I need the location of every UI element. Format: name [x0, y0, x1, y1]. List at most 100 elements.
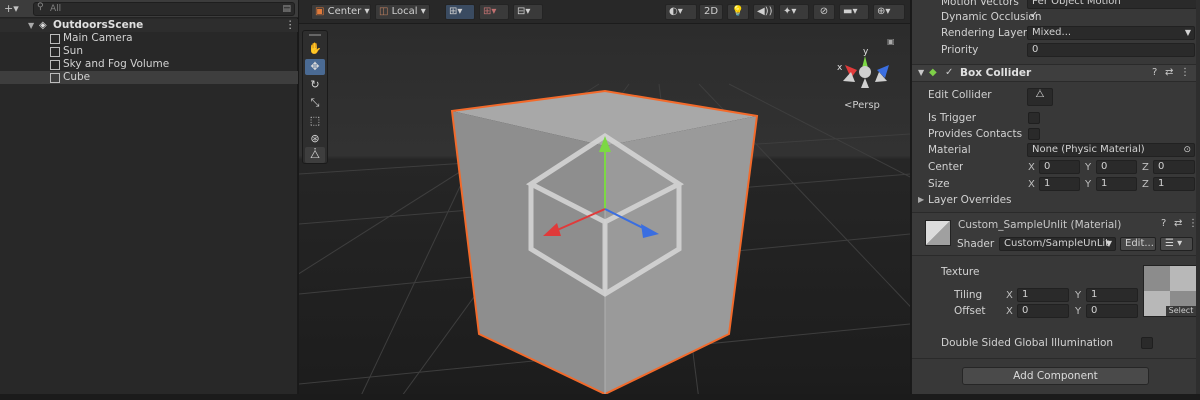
camera-icon: ▬▾: [843, 6, 858, 17]
dynamic-occlusion-row: Dynamic Occlusion ✓: [912, 9, 1192, 25]
priority-field[interactable]: 0: [1027, 43, 1195, 57]
rendering-layer-row: Rendering Layer M Mixed... ▼: [912, 25, 1195, 41]
shader-value: Custom/SampleUnLit: [1004, 238, 1110, 249]
axis-y-label: Y: [1075, 290, 1082, 301]
toggle-2d-button[interactable]: 2D: [699, 4, 723, 20]
size-x-field[interactable]: 1: [1039, 177, 1080, 191]
size-y-field[interactable]: 1: [1096, 177, 1137, 191]
scale-tool-button[interactable]: ⤡: [305, 95, 325, 111]
axis-y-label: Y: [1085, 179, 1092, 190]
offset-row: Offset X 0 Y 0: [912, 303, 1192, 319]
scene-row[interactable]: ▼ ◈ OutdoorsScene ⋮: [0, 19, 298, 32]
double-sided-gi-checkbox[interactable]: [1141, 337, 1153, 349]
preset-icon[interactable]: ⇄: [1165, 65, 1173, 81]
lighting-toggle-button[interactable]: 💡: [727, 4, 749, 20]
dynamic-occlusion-checkbox[interactable]: ✓: [1028, 11, 1040, 23]
gizmos-icon: ⊕▾: [877, 6, 891, 17]
box-collider-header[interactable]: ▼ ◆ ✓ Box Collider ? ⇄ ⋮: [912, 64, 1200, 82]
center-z-field[interactable]: 0: [1153, 160, 1195, 174]
hierarchy-item[interactable]: Sky and Fog Volume: [0, 58, 298, 71]
rect-tool-button[interactable]: ⬚: [305, 113, 325, 129]
scene-menu-button[interactable]: ⋮: [285, 19, 296, 32]
provides-contacts-label: Provides Contacts: [928, 128, 1023, 140]
gizmos-button[interactable]: ⊕▾: [873, 4, 905, 20]
motion-vectors-dropdown[interactable]: Per Object Motion: [1027, 0, 1197, 9]
preset-icon[interactable]: ⇄: [1174, 216, 1182, 232]
double-sided-gi-label: Double Sided Global Illumination: [941, 337, 1114, 349]
is-trigger-label: Is Trigger: [928, 112, 977, 124]
edit-collider-tool-button[interactable]: ⧊: [305, 147, 325, 163]
rotate-tool-button[interactable]: ↻: [305, 77, 325, 93]
tiling-row: Tiling X 1 Y 1: [912, 287, 1192, 303]
rendering-layer-dropdown[interactable]: Mixed... ▼: [1027, 26, 1195, 40]
material-header[interactable]: Custom_SampleUnlit (Material) ? ⇄ ⋮ Shad…: [912, 212, 1200, 256]
drag-handle-icon[interactable]: [309, 34, 321, 36]
hierarchy-item[interactable]: Sun: [0, 45, 298, 58]
inspector-scrollbar[interactable]: [1196, 0, 1200, 400]
size-z-field[interactable]: 1: [1153, 177, 1195, 191]
scene-name: OutdoorsScene: [53, 19, 144, 31]
rect-icon: ⬚: [309, 114, 321, 127]
pivot-icon: ▣: [315, 6, 325, 17]
size-label: Size: [928, 178, 950, 190]
hidden-objects-button[interactable]: ⊘: [813, 4, 835, 20]
scale-icon: ⤡: [310, 96, 320, 109]
transform-tool-button[interactable]: ⊛: [305, 131, 325, 147]
help-icon[interactable]: ?: [1161, 216, 1166, 232]
gameobject-icon: [50, 34, 60, 44]
is-trigger-checkbox[interactable]: [1028, 112, 1040, 124]
projection-toggle[interactable]: <Persp: [844, 100, 880, 111]
offset-y-field[interactable]: 0: [1086, 304, 1138, 318]
hand-tool-button[interactable]: ✋: [305, 41, 325, 57]
rendering-layer-label: Rendering Layer M: [941, 27, 1027, 39]
gameobject-icon: [50, 60, 60, 70]
hierarchy-panel: +▾ ⚲ All ▤ ▼ ◈ OutdoorsScene ⋮ Main Came…: [0, 0, 298, 400]
space-dropdown[interactable]: ◫ Local ▾: [375, 4, 430, 20]
shader-dropdown[interactable]: Custom/SampleUnLit ▼: [999, 237, 1116, 251]
object-picker-icon[interactable]: ⊙: [1183, 144, 1191, 156]
hierarchy-item-selected[interactable]: Cube: [0, 71, 298, 84]
grid-visibility-button[interactable]: ⊞▾: [479, 4, 509, 20]
lock-icon[interactable]: ▣: [887, 37, 895, 46]
tool-palette: ✋ ✥ ↻ ⤡ ⬚ ⊛ ⧊: [302, 30, 328, 164]
unity-scene-icon: ◈: [39, 20, 47, 31]
save-search-icon[interactable]: ▤: [282, 3, 291, 16]
is-trigger-row: Is Trigger: [912, 110, 1192, 126]
camera-settings-button[interactable]: ▬▾: [839, 4, 869, 20]
shader-label: Shader: [957, 238, 995, 250]
effects-button[interactable]: ✦▾: [779, 4, 809, 20]
add-component-button[interactable]: Add Component: [962, 367, 1149, 385]
audio-toggle-button[interactable]: ◀)): [753, 4, 775, 20]
foldout-arrow-icon[interactable]: ▶: [918, 192, 924, 208]
physic-material-field[interactable]: None (Physic Material) ⊙: [1027, 143, 1195, 157]
hierarchy-item[interactable]: Main Camera: [0, 32, 298, 45]
layer-overrides-label: Layer Overrides: [928, 194, 1012, 206]
tiling-y-field[interactable]: 1: [1086, 288, 1138, 302]
shader-options-button[interactable]: ☰ ▾: [1160, 237, 1193, 251]
foldout-arrow-icon[interactable]: ▼: [918, 65, 924, 81]
edit-shader-button[interactable]: Edit...: [1120, 237, 1156, 251]
component-menu-icon[interactable]: ⋮: [1180, 65, 1190, 81]
offset-x-field[interactable]: 0: [1017, 304, 1069, 318]
hierarchy-search-field[interactable]: ⚲ All ▤: [33, 2, 295, 16]
increment-snap-button[interactable]: ⊟▾: [513, 4, 543, 20]
layer-overrides-row[interactable]: ▶ Layer Overrides: [912, 192, 1192, 208]
move-tool-button[interactable]: ✥: [305, 59, 325, 75]
tiling-x-field[interactable]: 1: [1017, 288, 1069, 302]
add-object-button[interactable]: +▾: [4, 2, 19, 16]
axis-x-label: X: [1028, 179, 1035, 190]
shading-mode-button[interactable]: ◐▾: [665, 4, 697, 20]
component-enabled-checkbox[interactable]: ✓: [945, 65, 953, 81]
pivot-dropdown[interactable]: ▣ Center ▾: [311, 4, 371, 20]
scene-viewport[interactable]: y x ▣: [299, 24, 910, 400]
grid-snap-button[interactable]: ⊞▾: [445, 4, 475, 20]
effects-icon: ✦▾: [783, 6, 797, 17]
edit-collider-button[interactable]: ⧊: [1027, 88, 1053, 106]
gameobject-icon: [50, 73, 60, 83]
center-y-field[interactable]: 0: [1096, 160, 1137, 174]
provides-contacts-checkbox[interactable]: [1028, 128, 1040, 140]
expand-arrow-icon[interactable]: ▼: [28, 19, 34, 32]
center-x-field[interactable]: 0: [1039, 160, 1080, 174]
gizmo-x-label: x: [837, 63, 843, 73]
help-icon[interactable]: ?: [1152, 65, 1157, 81]
